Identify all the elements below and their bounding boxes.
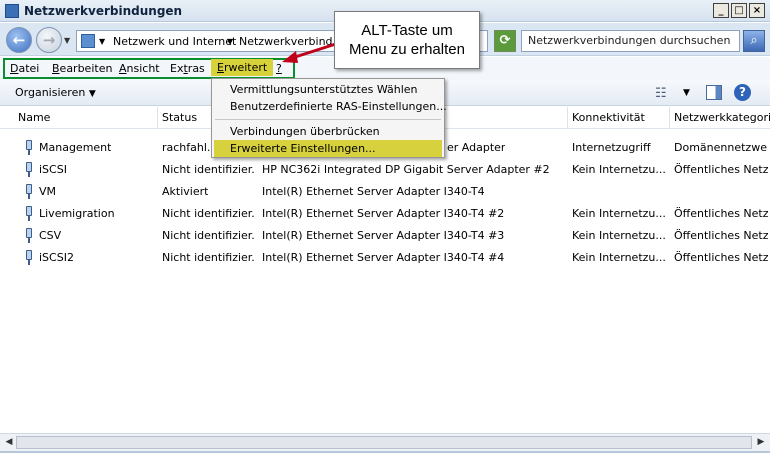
row-name: iSCSI: [39, 163, 67, 176]
menu-ansicht[interactable]: Ansicht: [119, 62, 160, 75]
menu-erweitert[interactable]: Erweitert: [211, 59, 274, 76]
column-category[interactable]: Netzwerkkategorie: [670, 107, 770, 129]
table-row[interactable]: Livemigration Nicht identifizier... Inte…: [0, 203, 770, 225]
row-category: Öffentliches Netzw: [674, 229, 768, 242]
menu-datei[interactable]: Datei: [10, 62, 39, 75]
view-icon[interactable]: ☷: [655, 86, 667, 101]
network-adapter-icon: [24, 140, 34, 155]
preview-pane-icon[interactable]: [706, 85, 722, 100]
help-icon[interactable]: ?: [734, 84, 751, 101]
row-category: Öffentliches Netzw: [674, 251, 768, 264]
maximize-button[interactable]: □: [731, 3, 747, 18]
row-status: Nicht identifizier...: [162, 251, 254, 264]
row-status: rachfahl.d: [162, 141, 218, 154]
column-connectivity[interactable]: Konnektivität: [568, 107, 670, 129]
row-connectivity: Kein Internetzu...: [572, 229, 666, 242]
row-name: Management: [39, 141, 112, 154]
minimize-button[interactable]: _: [713, 3, 729, 18]
row-connectivity: Kein Internetzu...: [572, 251, 666, 264]
back-button[interactable]: ←: [6, 27, 32, 53]
column-name[interactable]: Name: [14, 107, 158, 129]
history-dropdown-icon[interactable]: ▼: [64, 36, 70, 45]
scroll-right-icon[interactable]: ▶: [754, 436, 768, 449]
annotation-callout: ALT-Taste um Menu zu erhalten: [334, 11, 480, 69]
menu-separator: [215, 119, 441, 120]
menu-item-dialup[interactable]: Vermittlungsunterstütztes Wählen: [214, 81, 442, 98]
refresh-button[interactable]: ⟳: [494, 30, 516, 52]
horizontal-scrollbar[interactable]: ◀ ▶: [0, 433, 770, 451]
chevron-right-icon[interactable]: ▼: [227, 37, 233, 46]
row-device: HP NC362i Integrated DP Gigabit Server A…: [262, 163, 550, 176]
scrollbar-thumb[interactable]: [16, 436, 752, 449]
menu-item-ras-settings[interactable]: Benutzerdefinierte RAS-Einstellungen...: [214, 98, 447, 115]
row-name: VM: [39, 185, 57, 198]
row-connectivity: Kein Internetzu...: [572, 207, 666, 220]
network-connections-icon: [5, 4, 19, 18]
row-device: Intel(R) Ethernet Server Adapter I340-T4…: [262, 251, 505, 264]
table-row[interactable]: CSV Nicht identifizier... Intel(R) Ether…: [0, 225, 770, 247]
row-category: Domänennetzwerk: [674, 141, 768, 154]
row-device: er Adapter: [447, 141, 506, 154]
row-status: Aktiviert: [162, 185, 209, 198]
row-status: Nicht identifizier...: [162, 229, 254, 242]
erweitert-dropdown-menu: Vermittlungsunterstütztes Wählen Benutze…: [211, 78, 447, 158]
window-title: Netzwerkverbindungen: [24, 4, 183, 18]
search-button[interactable]: ⌕: [743, 30, 765, 52]
network-adapter-icon: [24, 184, 34, 199]
row-device: Intel(R) Ethernet Server Adapter I340-T4: [262, 185, 485, 198]
scroll-left-icon[interactable]: ◀: [2, 436, 16, 449]
row-name: CSV: [39, 229, 62, 242]
refresh-icon: ⟳: [499, 33, 511, 48]
network-adapter-icon: [24, 206, 34, 221]
menu-item-bridge-connections[interactable]: Verbindungen überbrücken: [214, 123, 442, 140]
row-status: Nicht identifizier...: [162, 163, 254, 176]
close-button[interactable]: ×: [749, 3, 765, 18]
menu-extras[interactable]: Extras: [170, 62, 205, 75]
network-folder-icon: [81, 34, 95, 48]
menu-bearbeiten[interactable]: Bearbeiten: [52, 62, 112, 75]
table-row[interactable]: iSCSI2 Nicht identifizier... Intel(R) Et…: [0, 247, 770, 269]
network-adapter-icon: [24, 250, 34, 265]
row-name: Livemigration: [39, 207, 115, 220]
row-category: Öffentliches Netzw: [674, 207, 768, 220]
organize-button[interactable]: Organisieren ▼: [15, 86, 96, 99]
forward-button[interactable]: →: [36, 27, 62, 53]
table-row[interactable]: VM Aktiviert Intel(R) Ethernet Server Ad…: [0, 181, 770, 203]
row-connectivity: Internetzugriff: [572, 141, 651, 154]
menu-item-advanced-settings[interactable]: Erweiterte Einstellungen...: [214, 140, 442, 157]
breadcrumb-network-internet[interactable]: Netzwerk und Internet: [113, 35, 236, 48]
search-icon: ⌕: [750, 33, 758, 48]
network-adapter-icon: [24, 228, 34, 243]
back-arrow-icon: ←: [12, 31, 26, 49]
row-category: Öffentliches Netzw: [674, 163, 768, 176]
table-row[interactable]: iSCSI Nicht identifizier... HP NC362i In…: [0, 159, 770, 181]
forward-arrow-icon: →: [42, 31, 56, 49]
network-adapter-icon: [24, 162, 34, 177]
row-connectivity: Kein Internetzu...: [572, 163, 666, 176]
callout-line-1: ALT-Taste um: [361, 22, 453, 39]
row-status: Nicht identifizier...: [162, 207, 254, 220]
view-dropdown-icon[interactable]: ▼: [683, 88, 690, 98]
row-name: iSCSI2: [39, 251, 74, 264]
row-device: Intel(R) Ethernet Server Adapter I340-T4…: [262, 207, 505, 220]
connections-list: Management rachfahl.d er Adapter Interne…: [0, 130, 770, 430]
search-input[interactable]: Netzwerkverbindungen durchsuchen: [521, 30, 740, 52]
row-device: Intel(R) Ethernet Server Adapter I340-T4…: [262, 229, 505, 242]
callout-line-2: Menu zu erhalten: [349, 41, 465, 58]
chevron-right-icon[interactable]: ▼: [99, 37, 105, 46]
